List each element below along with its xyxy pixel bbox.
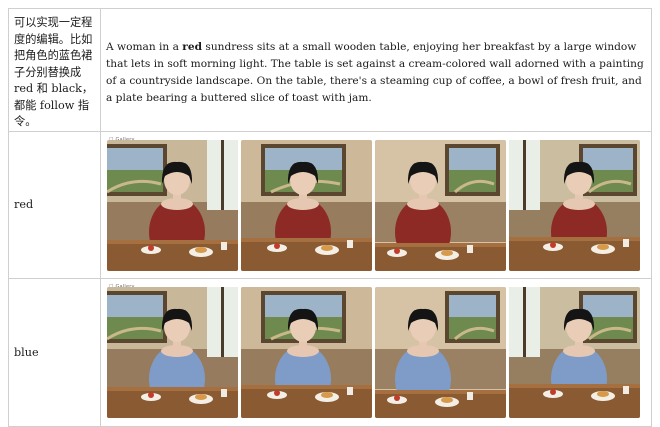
table-row: blue ☐ Gallery [8, 277, 652, 427]
row-label: red [14, 198, 34, 211]
prompt-bold-color: red [182, 41, 203, 53]
generated-image [241, 139, 372, 271]
prompt-cell: A woman in a red sundress sits at a smal… [100, 8, 652, 132]
row-label-cell: red [8, 130, 101, 279]
image-strip-cell: ☐ Gallery [100, 130, 652, 279]
image-strip: ☐ Gallery [101, 132, 651, 278]
generated-image [107, 139, 238, 271]
generated-image [241, 286, 372, 418]
row-label-cell: blue [8, 277, 101, 427]
comparison-table: 可以实现一定程度的编辑。比如把角色的蓝色裙子分别替换成 red 和 black，… [8, 8, 652, 427]
prompt-text: A woman in a red sundress sits at a smal… [101, 9, 651, 107]
prompt-before: A woman in a [106, 41, 183, 53]
generated-image [509, 139, 640, 271]
image-strip-cell: ☐ Gallery [100, 277, 652, 427]
editing-note: 可以实现一定程度的编辑。比如把角色的蓝色裙子分别替换成 red 和 black，… [14, 16, 94, 128]
generated-image [107, 286, 238, 418]
table-row: red ☐ Gallery [8, 130, 652, 279]
table-row: 可以实现一定程度的编辑。比如把角色的蓝色裙子分别替换成 red 和 black，… [8, 8, 652, 132]
row-label: blue [14, 345, 39, 359]
image-strip: ☐ Gallery [101, 279, 651, 426]
generated-image [375, 139, 506, 271]
generated-image [375, 286, 506, 418]
note-cell: 可以实现一定程度的编辑。比如把角色的蓝色裙子分别替换成 red 和 black，… [8, 8, 101, 132]
generated-image [509, 286, 640, 418]
